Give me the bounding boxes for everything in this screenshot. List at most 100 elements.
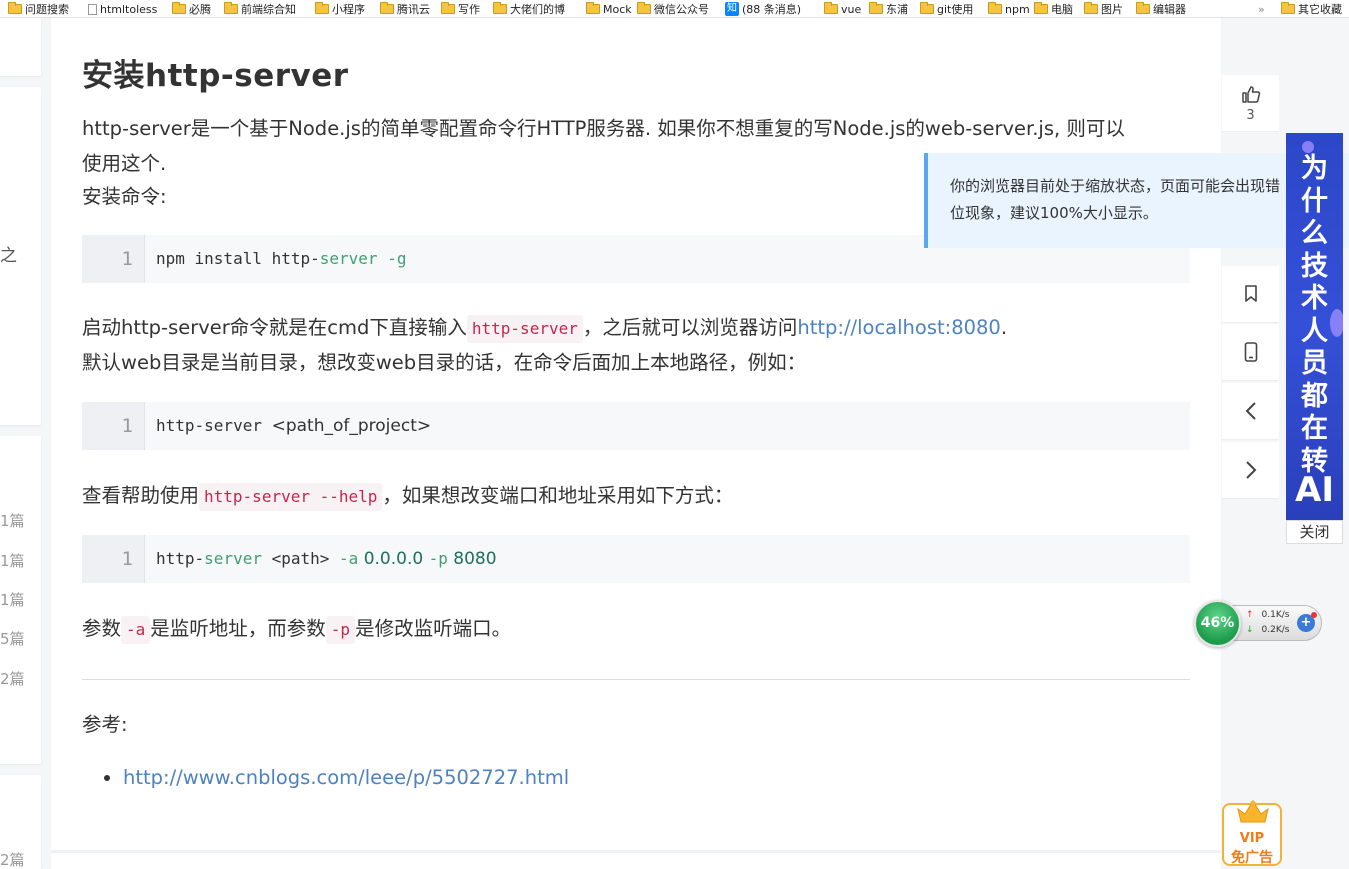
list-bullet [104, 775, 110, 781]
bookmark-label: 编辑器 [1153, 3, 1186, 16]
folder-icon [1084, 2, 1098, 14]
bookmarks-overflow-button[interactable]: » [1258, 2, 1265, 16]
download-arrow-icon: ↓ [1246, 625, 1254, 635]
bookmark-label: 图片 [1101, 3, 1123, 16]
bookmark-item[interactable]: 小程序 [315, 2, 365, 16]
code-block-port: 1 http-server <path> -a 0.0.0.0 -p 8080 [82, 535, 1190, 583]
chevron-right-icon [1245, 461, 1256, 479]
code-line: http-server <path_of_project> [156, 416, 432, 436]
archive-count[interactable]: 2篇 [0, 849, 25, 869]
bookmark-icon [1244, 285, 1257, 302]
start-paragraph: 启动http-server命令就是在cmd下直接输入 http-server ，之后… [82, 311, 1007, 345]
bookmark-item[interactable]: 微信公众号 [637, 2, 709, 16]
bookmark-item-other[interactable]: 其它收藏 [1281, 2, 1342, 16]
archive-count[interactable]: 1篇 [0, 589, 25, 610]
folder-icon [1136, 2, 1150, 14]
mobile-view-button[interactable] [1222, 324, 1279, 381]
ad-close-button[interactable]: 关闭 [1286, 520, 1343, 544]
folder-icon [586, 2, 600, 14]
bookmark-label: htmltoless [100, 2, 158, 16]
archive-count[interactable]: 5篇 [0, 628, 25, 649]
bookmark-item[interactable]: Mock [586, 2, 632, 16]
folder-icon [493, 2, 507, 14]
folder-icon [380, 2, 394, 14]
bookmark-item[interactable]: 问题搜索 [8, 2, 69, 16]
like-button[interactable]: 3 [1222, 75, 1279, 132]
section-divider [82, 679, 1190, 680]
folder-icon [920, 2, 934, 14]
archive-count[interactable]: 1篇 [0, 510, 25, 531]
no-ads-label: 免广告 [1231, 850, 1273, 866]
ad-ai-label: AI [1295, 470, 1334, 510]
download-speed: ↓ 0.2K/s [1246, 625, 1290, 635]
chevron-left-icon [1245, 402, 1256, 420]
intro-paragraph-line: 使用这个. [82, 152, 167, 175]
line-number: 1 [82, 535, 145, 583]
code-line: http-server <path> -a 0.0.0.0 -p 8080 [156, 549, 497, 569]
folder-icon [637, 2, 651, 14]
bookmark-button[interactable] [1222, 266, 1279, 323]
sidebar-fragment-text: 之 [0, 246, 17, 266]
help-paragraph: 查看帮助使用 http-server --help ，如果想改变端口和地址采用如下方… [82, 479, 733, 513]
folder-icon [1281, 2, 1295, 14]
inline-code: http-server [466, 315, 583, 343]
mobile-icon [1244, 342, 1257, 362]
next-article-button[interactable] [1222, 442, 1279, 499]
localhost-link[interactable]: http://localhost:8080 [797, 316, 1000, 339]
bookmark-item[interactable]: 知 (88 条消息) [725, 2, 801, 16]
bookmark-item[interactable]: 电脑 [1034, 2, 1073, 16]
bookmark-item[interactable]: htmltoless [88, 2, 157, 16]
bookmark-label: 大佬们的博 [510, 3, 565, 16]
like-count: 3 [1246, 107, 1255, 123]
network-speed-widget[interactable]: 46% ↑ 0.1K/s ↓ 0.2K/s + [1194, 600, 1322, 647]
folder-icon [224, 2, 238, 14]
bookmark-label: git使用 [937, 3, 974, 16]
bookmark-item[interactable]: vue [824, 2, 861, 16]
bookmark-label: 微信公众号 [654, 3, 709, 16]
bookmark-item[interactable]: git使用 [920, 2, 973, 16]
install-label: 安装命令: [82, 185, 167, 208]
bookmark-item[interactable]: 前端综合知 [224, 2, 296, 16]
bookmark-label: Mock [603, 2, 632, 16]
article-footer-edge [51, 850, 1221, 853]
bookmark-item[interactable]: 图片 [1084, 2, 1123, 16]
inline-code: http-server --help [199, 483, 383, 511]
folder-icon [869, 2, 883, 14]
upload-speed: ↑ 0.1K/s [1246, 610, 1290, 620]
code-block-path: 1 http-server <path_of_project> [82, 402, 1190, 450]
bookmark-label: 电脑 [1051, 3, 1073, 16]
bookmark-label: 必腾 [189, 3, 211, 16]
bookmark-item[interactable]: 腾讯云 [380, 2, 430, 16]
previous-article-button[interactable] [1222, 383, 1279, 440]
folder-icon [441, 2, 455, 14]
params-paragraph: 参数 -a 是监听地址，而参数 -p 是修改监听端口。 [82, 612, 511, 646]
reference-link[interactable]: http://www.cnblogs.com/leee/p/5502727.ht… [123, 761, 569, 795]
bookmark-label: 腾讯云 [397, 3, 430, 16]
speed-boost-button[interactable]: + [1297, 612, 1317, 632]
bookmark-item[interactable]: 大佬们的博 [493, 2, 565, 16]
thumbs-up-icon [1241, 85, 1260, 103]
archive-count[interactable]: 1篇 [0, 550, 25, 571]
folder-icon [172, 2, 186, 14]
line-number: 1 [82, 235, 145, 283]
folder-icon [824, 2, 838, 14]
crown-icon [1237, 800, 1269, 823]
vip-no-ads-button[interactable]: VIP 免广告 [1222, 800, 1282, 866]
inline-code: -a [121, 616, 151, 644]
memory-usage-ball[interactable]: 46% [1194, 600, 1241, 647]
sidebar-card [0, 18, 41, 76]
bookmark-label: 东浦 [886, 3, 908, 16]
bookmark-item[interactable]: 东浦 [869, 2, 908, 16]
intro-paragraph-line: http-server是一个基于Node.js的简单零配置命令行HTTP服务器.… [82, 117, 1125, 140]
folder-icon [315, 2, 329, 14]
archive-count[interactable]: 2篇 [0, 668, 25, 689]
section-heading: 安装http-server [82, 58, 349, 94]
bookmark-label: 其它收藏 [1298, 3, 1342, 16]
vertical-ad-banner[interactable]: 为什么技术人员都在转 AI [1286, 133, 1343, 523]
bookmark-item[interactable]: 编辑器 [1136, 2, 1186, 16]
bookmark-label: vue [841, 2, 862, 16]
bookmark-item[interactable]: 写作 [441, 2, 480, 16]
bookmark-item[interactable]: npm [988, 2, 1030, 16]
ad-headline: 为什么技术人员都在转 [1301, 153, 1328, 477]
bookmark-item[interactable]: 必腾 [172, 2, 211, 16]
